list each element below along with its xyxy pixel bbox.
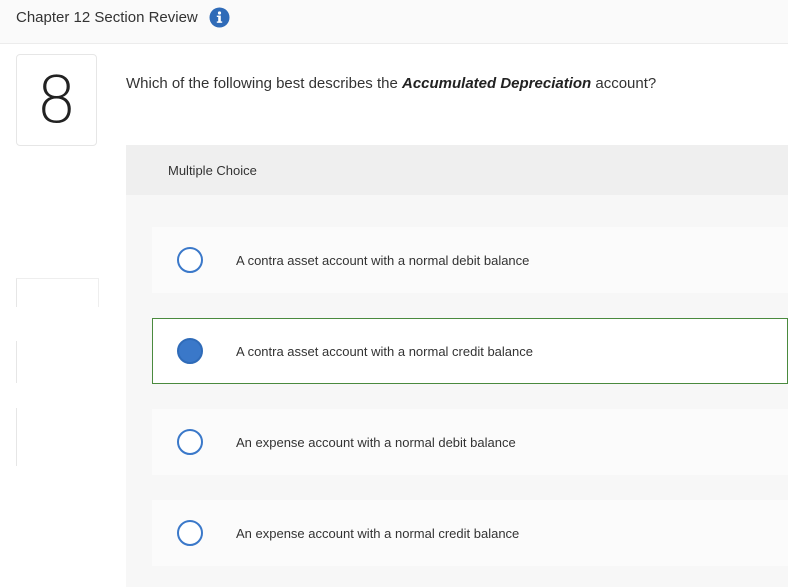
answer-option[interactable]: An expense account with a normal debit b… bbox=[152, 409, 788, 475]
radio-button[interactable] bbox=[177, 429, 203, 455]
question-suffix: account? bbox=[591, 75, 657, 92]
question-prefix: Which of the following best describes th… bbox=[126, 75, 402, 92]
question-number: 8 bbox=[36, 64, 77, 138]
question-text: Which of the following best describes th… bbox=[126, 75, 656, 92]
answer-option-selected[interactable]: A contra asset account with a normal cre… bbox=[152, 318, 788, 384]
answer-option-label: A contra asset account with a normal cre… bbox=[236, 344, 533, 359]
multiple-choice-header: Multiple Choice bbox=[126, 145, 788, 195]
radio-button[interactable] bbox=[177, 520, 203, 546]
answer-option[interactable]: An expense account with a normal credit … bbox=[152, 500, 788, 566]
answer-option[interactable]: A contra asset account with a normal deb… bbox=[152, 227, 788, 293]
question-number-card: 8 bbox=[16, 54, 97, 146]
answer-option-label: An expense account with a normal credit … bbox=[236, 526, 520, 541]
side-panel-fragment bbox=[16, 278, 99, 307]
section-title: Chapter 12 Section Review bbox=[16, 9, 198, 26]
multiple-choice-label: Multiple Choice bbox=[168, 163, 257, 178]
radio-button-checked[interactable] bbox=[177, 338, 203, 364]
info-icon[interactable] bbox=[209, 7, 230, 28]
answer-option-label: A contra asset account with a normal deb… bbox=[236, 253, 530, 268]
answer-option-label: An expense account with a normal debit b… bbox=[236, 435, 516, 450]
side-panel-divider bbox=[16, 408, 17, 466]
question-term: Accumulated Depreciation bbox=[401, 75, 592, 92]
side-panel-divider bbox=[16, 341, 17, 383]
radio-button[interactable] bbox=[177, 247, 203, 273]
assignment-header: Chapter 12 Section Review bbox=[0, 0, 788, 44]
